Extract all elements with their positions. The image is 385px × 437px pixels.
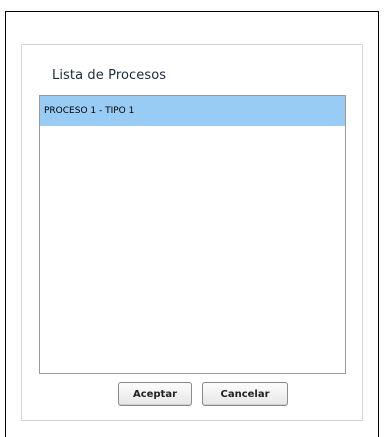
process-listbox[interactable]: PROCESO 1 - TIPO 1 — [39, 95, 346, 374]
cancel-button[interactable]: Cancelar — [202, 382, 288, 406]
process-list-dialog: Lista de Procesos PROCESO 1 - TIPO 1 Ace… — [21, 44, 363, 421]
accept-button[interactable]: Aceptar — [118, 382, 192, 406]
list-item[interactable]: PROCESO 1 - TIPO 1 — [40, 96, 345, 126]
dialog-title: Lista de Procesos — [52, 68, 167, 83]
